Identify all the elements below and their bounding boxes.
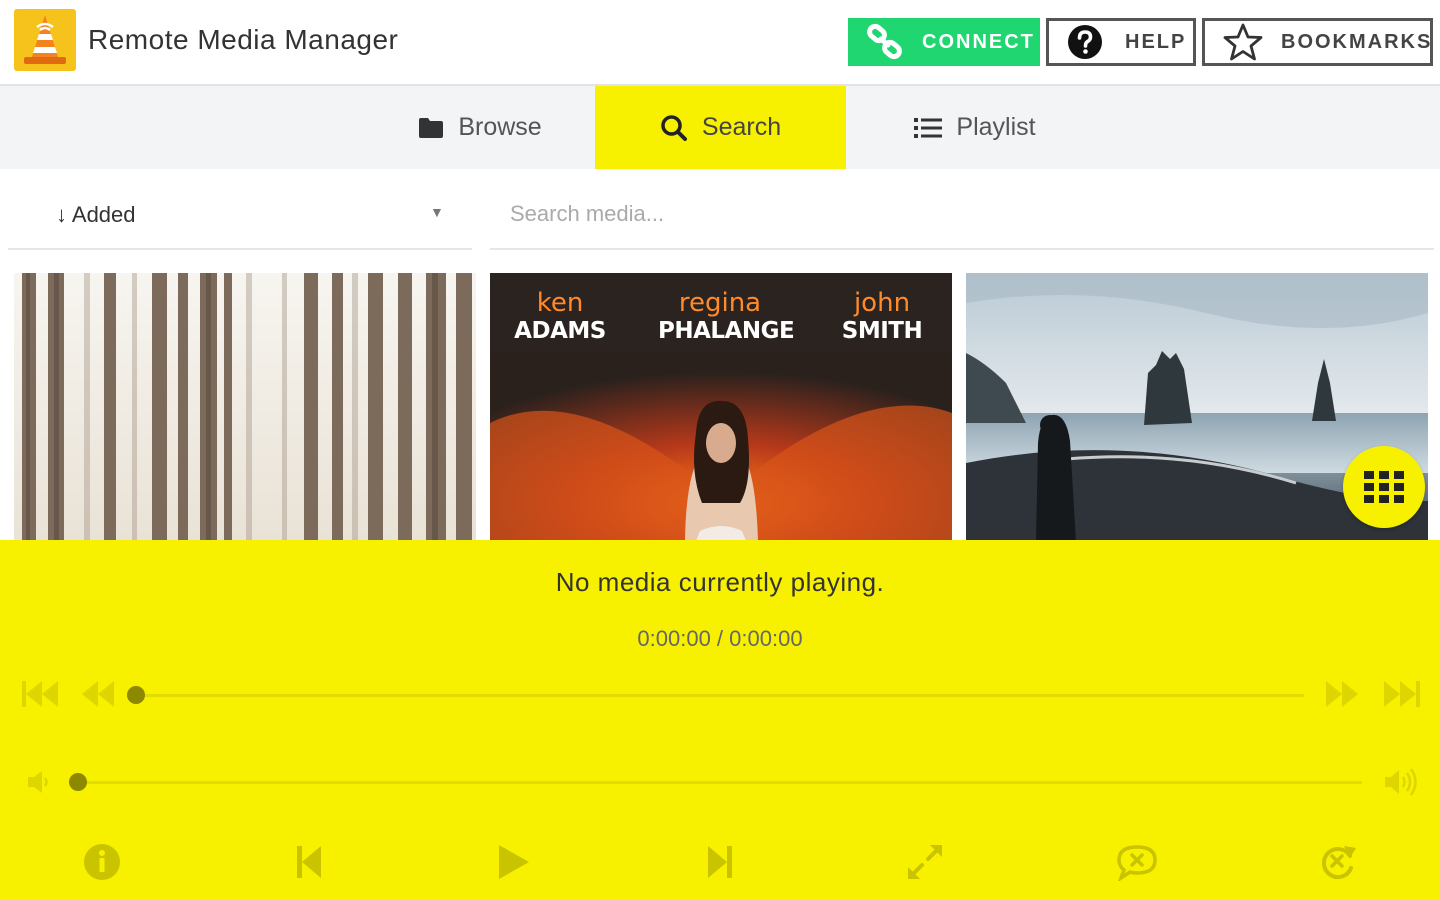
link-icon [866, 23, 904, 61]
skip-to-start-button[interactable] [18, 676, 62, 712]
search-input[interactable] [510, 196, 1390, 232]
repeat-off-button[interactable] [1316, 840, 1360, 884]
media-card[interactable] [14, 273, 476, 541]
volume-high-button[interactable] [1382, 764, 1422, 800]
search-field [490, 178, 1434, 250]
question-circle-icon [1067, 24, 1103, 60]
credit-block: regina PHALANGE [658, 288, 795, 345]
fast-forward-icon [1326, 681, 1358, 707]
speech-bubble-x-icon [1117, 845, 1157, 881]
tab-browse-label: Browse [458, 113, 542, 141]
credit-last-name: ADAMS [514, 318, 606, 344]
bookmarks-label: BOOKMARKS [1281, 30, 1433, 53]
progress-track[interactable] [136, 694, 1304, 697]
play-button[interactable] [490, 840, 536, 884]
app-title: Remote Media Manager [88, 24, 399, 55]
rewind-button[interactable] [80, 676, 116, 712]
time-display: 0:00:00 / 0:00:00 [637, 626, 803, 651]
volume-track[interactable] [78, 781, 1362, 784]
search-icon [660, 114, 688, 142]
progress-handle[interactable] [127, 686, 145, 704]
tab-playlist-label: Playlist [956, 113, 1036, 141]
top-header: Remote Media Manager CONNECT HELP BOOKMA… [0, 0, 1440, 86]
subtitles-off-button[interactable] [1113, 840, 1161, 884]
sort-select[interactable]: ↓ Added ▼ [8, 178, 472, 250]
previous-button[interactable] [287, 840, 331, 884]
info-button[interactable] [80, 840, 124, 884]
credit-block: ken ADAMS [508, 289, 612, 345]
expand-icon [908, 845, 942, 879]
skip-to-start-icon [22, 681, 58, 707]
tab-playlist[interactable]: Playlist [870, 86, 1080, 169]
credit-block: john SMITH [830, 289, 934, 345]
main-nav: Browse Search Playlist [0, 86, 1440, 169]
sort-value: ↓ Added [56, 202, 136, 227]
app-root: Remote Media Manager CONNECT HELP BOOKMA… [0, 0, 1440, 900]
credit-first-name: regina [678, 288, 762, 318]
volume-handle[interactable] [69, 773, 87, 791]
volume-low-icon [28, 771, 48, 793]
credit-first-name: john [853, 288, 911, 318]
next-icon [708, 846, 732, 878]
connect-label: CONNECT [922, 30, 1035, 53]
repeat-x-icon [1321, 846, 1356, 879]
credit-last-name: PHALANGE [658, 318, 795, 344]
volume-low-button[interactable] [24, 766, 56, 798]
credit-last-name: SMITH [841, 318, 923, 344]
fast-forward-button[interactable] [1324, 676, 1360, 712]
help-button[interactable]: HELP [1046, 18, 1196, 66]
fullscreen-button[interactable] [903, 840, 947, 884]
volume-high-icon [1385, 768, 1417, 796]
tab-search-label: Search [701, 113, 782, 141]
play-icon [499, 845, 529, 879]
bookmarks-button[interactable]: BOOKMARKS [1202, 18, 1433, 66]
tab-browse[interactable]: Browse [380, 86, 580, 169]
credit-first-name: ken [536, 288, 584, 318]
next-button[interactable] [698, 840, 742, 884]
player-panel: No media currently playing. 0:00:00 / 0:… [0, 540, 1440, 900]
list-icon [914, 117, 943, 139]
info-icon [84, 844, 120, 880]
app-logo [14, 9, 76, 71]
forest-thumbnail-icon [14, 273, 476, 541]
skip-to-end-icon [1384, 681, 1420, 707]
media-card[interactable]: ken ADAMS regina PHALANGE john SMITH [490, 273, 952, 541]
skip-to-end-button[interactable] [1380, 676, 1424, 712]
grid-view-button[interactable] [1343, 446, 1425, 528]
tab-search[interactable]: Search [595, 86, 846, 169]
traffic-cone-icon [24, 15, 66, 64]
grid-icon [1364, 471, 1404, 503]
previous-icon [297, 846, 321, 878]
help-label: HELP [1125, 30, 1187, 53]
folder-icon [418, 117, 444, 139]
now-playing-status: No media currently playing. [555, 567, 885, 597]
rewind-icon [82, 681, 114, 707]
star-outline-icon [1223, 22, 1263, 62]
connect-button[interactable]: CONNECT [848, 18, 1040, 66]
chevron-down-icon: ▼ [430, 204, 444, 220]
